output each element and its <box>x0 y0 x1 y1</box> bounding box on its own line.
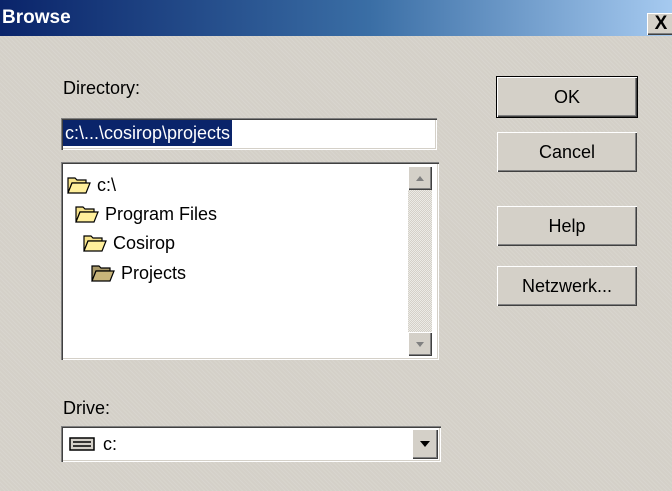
directory-value: c:\...\cosirop\projects <box>63 120 233 146</box>
tree-scrollbar[interactable] <box>408 166 432 356</box>
tree-item-program-files[interactable]: Program Files <box>75 201 217 227</box>
window-title: Browse <box>2 7 71 28</box>
open-folder-icon <box>67 177 91 194</box>
open-folder-icon <box>83 235 107 252</box>
arrow-down-icon <box>416 342 424 347</box>
tree-item-projects[interactable]: Projects <box>91 260 186 286</box>
help-button[interactable]: Help <box>497 206 637 246</box>
cancel-button[interactable]: Cancel <box>497 132 637 172</box>
directory-label: Directory: <box>63 78 141 98</box>
arrow-up-icon <box>416 176 424 181</box>
tree-item-label: Program Files <box>105 204 218 224</box>
tree-item-cosirop[interactable]: Cosirop <box>83 230 175 256</box>
close-button[interactable]: X <box>647 13 672 35</box>
open-folder-selected-icon <box>91 265 115 282</box>
tree-item-c[interactable]: c:\ <box>67 172 116 198</box>
scroll-down-button[interactable] <box>408 332 432 356</box>
network-button[interactable]: Netzwerk... <box>497 266 637 306</box>
scroll-up-button[interactable] <box>408 166 432 190</box>
drive-select[interactable] <box>61 426 441 462</box>
tree-item-label: Cosirop <box>113 233 176 253</box>
chevron-down-icon <box>420 441 430 447</box>
tree-item-label: Projects <box>121 263 187 283</box>
close-icon: X <box>654 13 668 34</box>
title-bar[interactable]: Browse X <box>0 0 672 36</box>
ok-button[interactable]: OK <box>497 77 637 117</box>
drive-dropdown-button[interactable] <box>412 429 438 459</box>
hard-drive-icon <box>69 437 95 451</box>
open-folder-icon <box>75 206 99 223</box>
tree-item-label: c:\ <box>97 175 117 195</box>
drive-value: c: <box>103 434 118 454</box>
drive-label: Drive: <box>63 398 111 418</box>
